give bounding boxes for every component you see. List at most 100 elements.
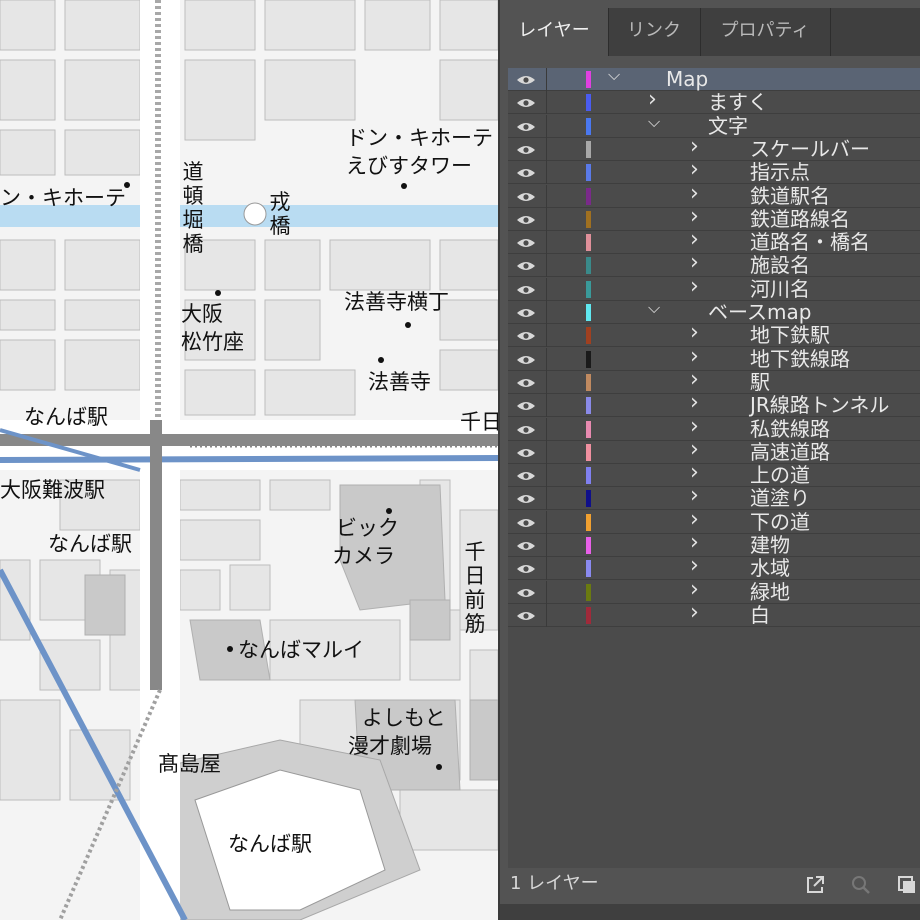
lock-column[interactable] [546, 114, 547, 138]
chevron-down-icon[interactable]: ⌵ [648, 112, 660, 132]
visibility-eye-icon[interactable] [516, 74, 536, 86]
layer-row[interactable]: › スケールバー [508, 135, 920, 161]
layer-row[interactable]: › 道路名・橋名 [508, 229, 920, 255]
visibility-eye-icon[interactable] [516, 470, 536, 482]
chevron-right-icon[interactable]: › [690, 275, 699, 297]
visibility-eye-icon[interactable] [516, 400, 536, 412]
chevron-right-icon[interactable]: › [690, 345, 699, 367]
visibility-eye-icon[interactable] [516, 377, 536, 389]
layer-row[interactable]: › 緑地 [508, 578, 920, 604]
chevron-right-icon[interactable]: › [690, 252, 699, 274]
lock-column[interactable] [546, 580, 547, 604]
visibility-eye-icon[interactable] [516, 191, 536, 203]
map-canvas[interactable]: ン・キホーテ ドン・キホーテ えびすタワー 道頓堀橋 戎橋 大阪 松竹座 法善寺… [0, 0, 498, 920]
lock-column[interactable] [546, 510, 547, 534]
visibility-eye-icon[interactable] [516, 237, 536, 249]
visibility-eye-icon[interactable] [516, 540, 536, 552]
chevron-right-icon[interactable]: › [690, 368, 699, 390]
lock-column[interactable] [546, 487, 547, 511]
visibility-eye-icon[interactable] [516, 284, 536, 296]
chevron-right-icon[interactable]: › [690, 415, 699, 437]
chevron-right-icon[interactable]: › [690, 322, 699, 344]
lock-column[interactable] [546, 417, 547, 441]
visibility-eye-icon[interactable] [516, 424, 536, 436]
visibility-eye-icon[interactable] [516, 121, 536, 133]
layer-row[interactable]: ⌵ Map [508, 65, 920, 91]
layer-row[interactable]: ⌵ ベースmap [508, 298, 920, 324]
layer-row[interactable]: › 指示点 [508, 159, 920, 185]
layer-row[interactable]: › ますく [508, 89, 920, 115]
chevron-right-icon[interactable]: › [690, 135, 699, 157]
new-sublayer-icon[interactable] [896, 874, 918, 896]
lock-column[interactable] [546, 184, 547, 208]
tab-links[interactable]: リンク [608, 8, 701, 56]
chevron-right-icon[interactable]: › [690, 182, 699, 204]
layer-row[interactable]: › 上の道 [508, 462, 920, 488]
layer-row[interactable]: › 道塗り [508, 485, 920, 511]
layer-row[interactable]: › 地下鉄駅 [508, 322, 920, 348]
export-icon[interactable] [804, 874, 826, 896]
lock-column[interactable] [546, 464, 547, 488]
chevron-right-icon[interactable]: › [648, 89, 657, 111]
chevron-right-icon[interactable]: › [690, 508, 699, 530]
lock-column[interactable] [546, 534, 547, 557]
chevron-right-icon[interactable]: › [690, 205, 699, 227]
chevron-right-icon[interactable]: › [690, 229, 699, 251]
lock-column[interactable] [546, 68, 547, 91]
layer-row[interactable]: › 白 [508, 601, 920, 627]
visibility-eye-icon[interactable] [516, 354, 536, 366]
chevron-right-icon[interactable]: › [690, 392, 699, 414]
visibility-eye-icon[interactable] [516, 97, 536, 109]
lock-column[interactable] [546, 557, 547, 581]
visibility-eye-icon[interactable] [516, 563, 536, 575]
visibility-eye-icon[interactable] [516, 330, 536, 342]
chevron-right-icon[interactable]: › [690, 601, 699, 623]
lock-column[interactable] [546, 324, 547, 348]
chevron-down-icon[interactable]: ⌵ [608, 65, 620, 85]
layer-row[interactable]: › 駅 [508, 368, 920, 394]
visibility-eye-icon[interactable] [516, 587, 536, 599]
visibility-eye-icon[interactable] [516, 517, 536, 529]
layer-row[interactable]: › 高速道路 [508, 438, 920, 464]
chevron-right-icon[interactable]: › [690, 485, 699, 507]
chevron-down-icon[interactable]: ⌵ [648, 298, 660, 318]
layer-row[interactable]: › 施設名 [508, 252, 920, 278]
visibility-eye-icon[interactable] [516, 493, 536, 505]
tab-layers[interactable]: レイヤー [500, 8, 609, 56]
lock-column[interactable] [546, 254, 547, 278]
layer-row[interactable]: › 私鉄線路 [508, 415, 920, 441]
chevron-right-icon[interactable]: › [690, 578, 699, 600]
layer-row[interactable]: › JR線路トンネル [508, 392, 920, 418]
chevron-right-icon[interactable]: › [690, 462, 699, 484]
chevron-right-icon[interactable]: › [690, 555, 699, 577]
lock-column[interactable] [546, 347, 547, 371]
lock-column[interactable] [546, 301, 547, 324]
lock-column[interactable] [546, 137, 547, 161]
chevron-right-icon[interactable]: › [690, 159, 699, 181]
lock-column[interactable] [546, 161, 547, 185]
tab-properties[interactable]: プロパティ [700, 8, 831, 56]
lock-column[interactable] [546, 370, 547, 394]
layer-row[interactable]: › 下の道 [508, 508, 920, 534]
layer-row[interactable]: › 鉄道駅名 [508, 182, 920, 208]
layer-row[interactable]: › 水域 [508, 555, 920, 581]
search-icon[interactable] [850, 874, 872, 896]
visibility-eye-icon[interactable] [516, 447, 536, 459]
visibility-eye-icon[interactable] [516, 214, 536, 226]
lock-column[interactable] [546, 394, 547, 418]
lock-column[interactable] [546, 603, 547, 627]
lock-column[interactable] [546, 440, 547, 464]
lock-column[interactable] [546, 231, 547, 255]
layer-row[interactable]: › 建物 [508, 532, 920, 557]
layer-row[interactable]: ⌵ 文字 [508, 112, 920, 138]
layer-row[interactable]: › 鉄道路線名 [508, 205, 920, 231]
lock-column[interactable] [546, 91, 547, 115]
visibility-eye-icon[interactable] [516, 610, 536, 622]
layer-row[interactable]: › 河川名 [508, 275, 920, 301]
visibility-eye-icon[interactable] [516, 307, 536, 319]
lock-column[interactable] [546, 207, 547, 231]
lock-column[interactable] [546, 277, 547, 301]
visibility-eye-icon[interactable] [516, 260, 536, 272]
chevron-right-icon[interactable]: › [690, 532, 699, 554]
visibility-eye-icon[interactable] [516, 167, 536, 179]
